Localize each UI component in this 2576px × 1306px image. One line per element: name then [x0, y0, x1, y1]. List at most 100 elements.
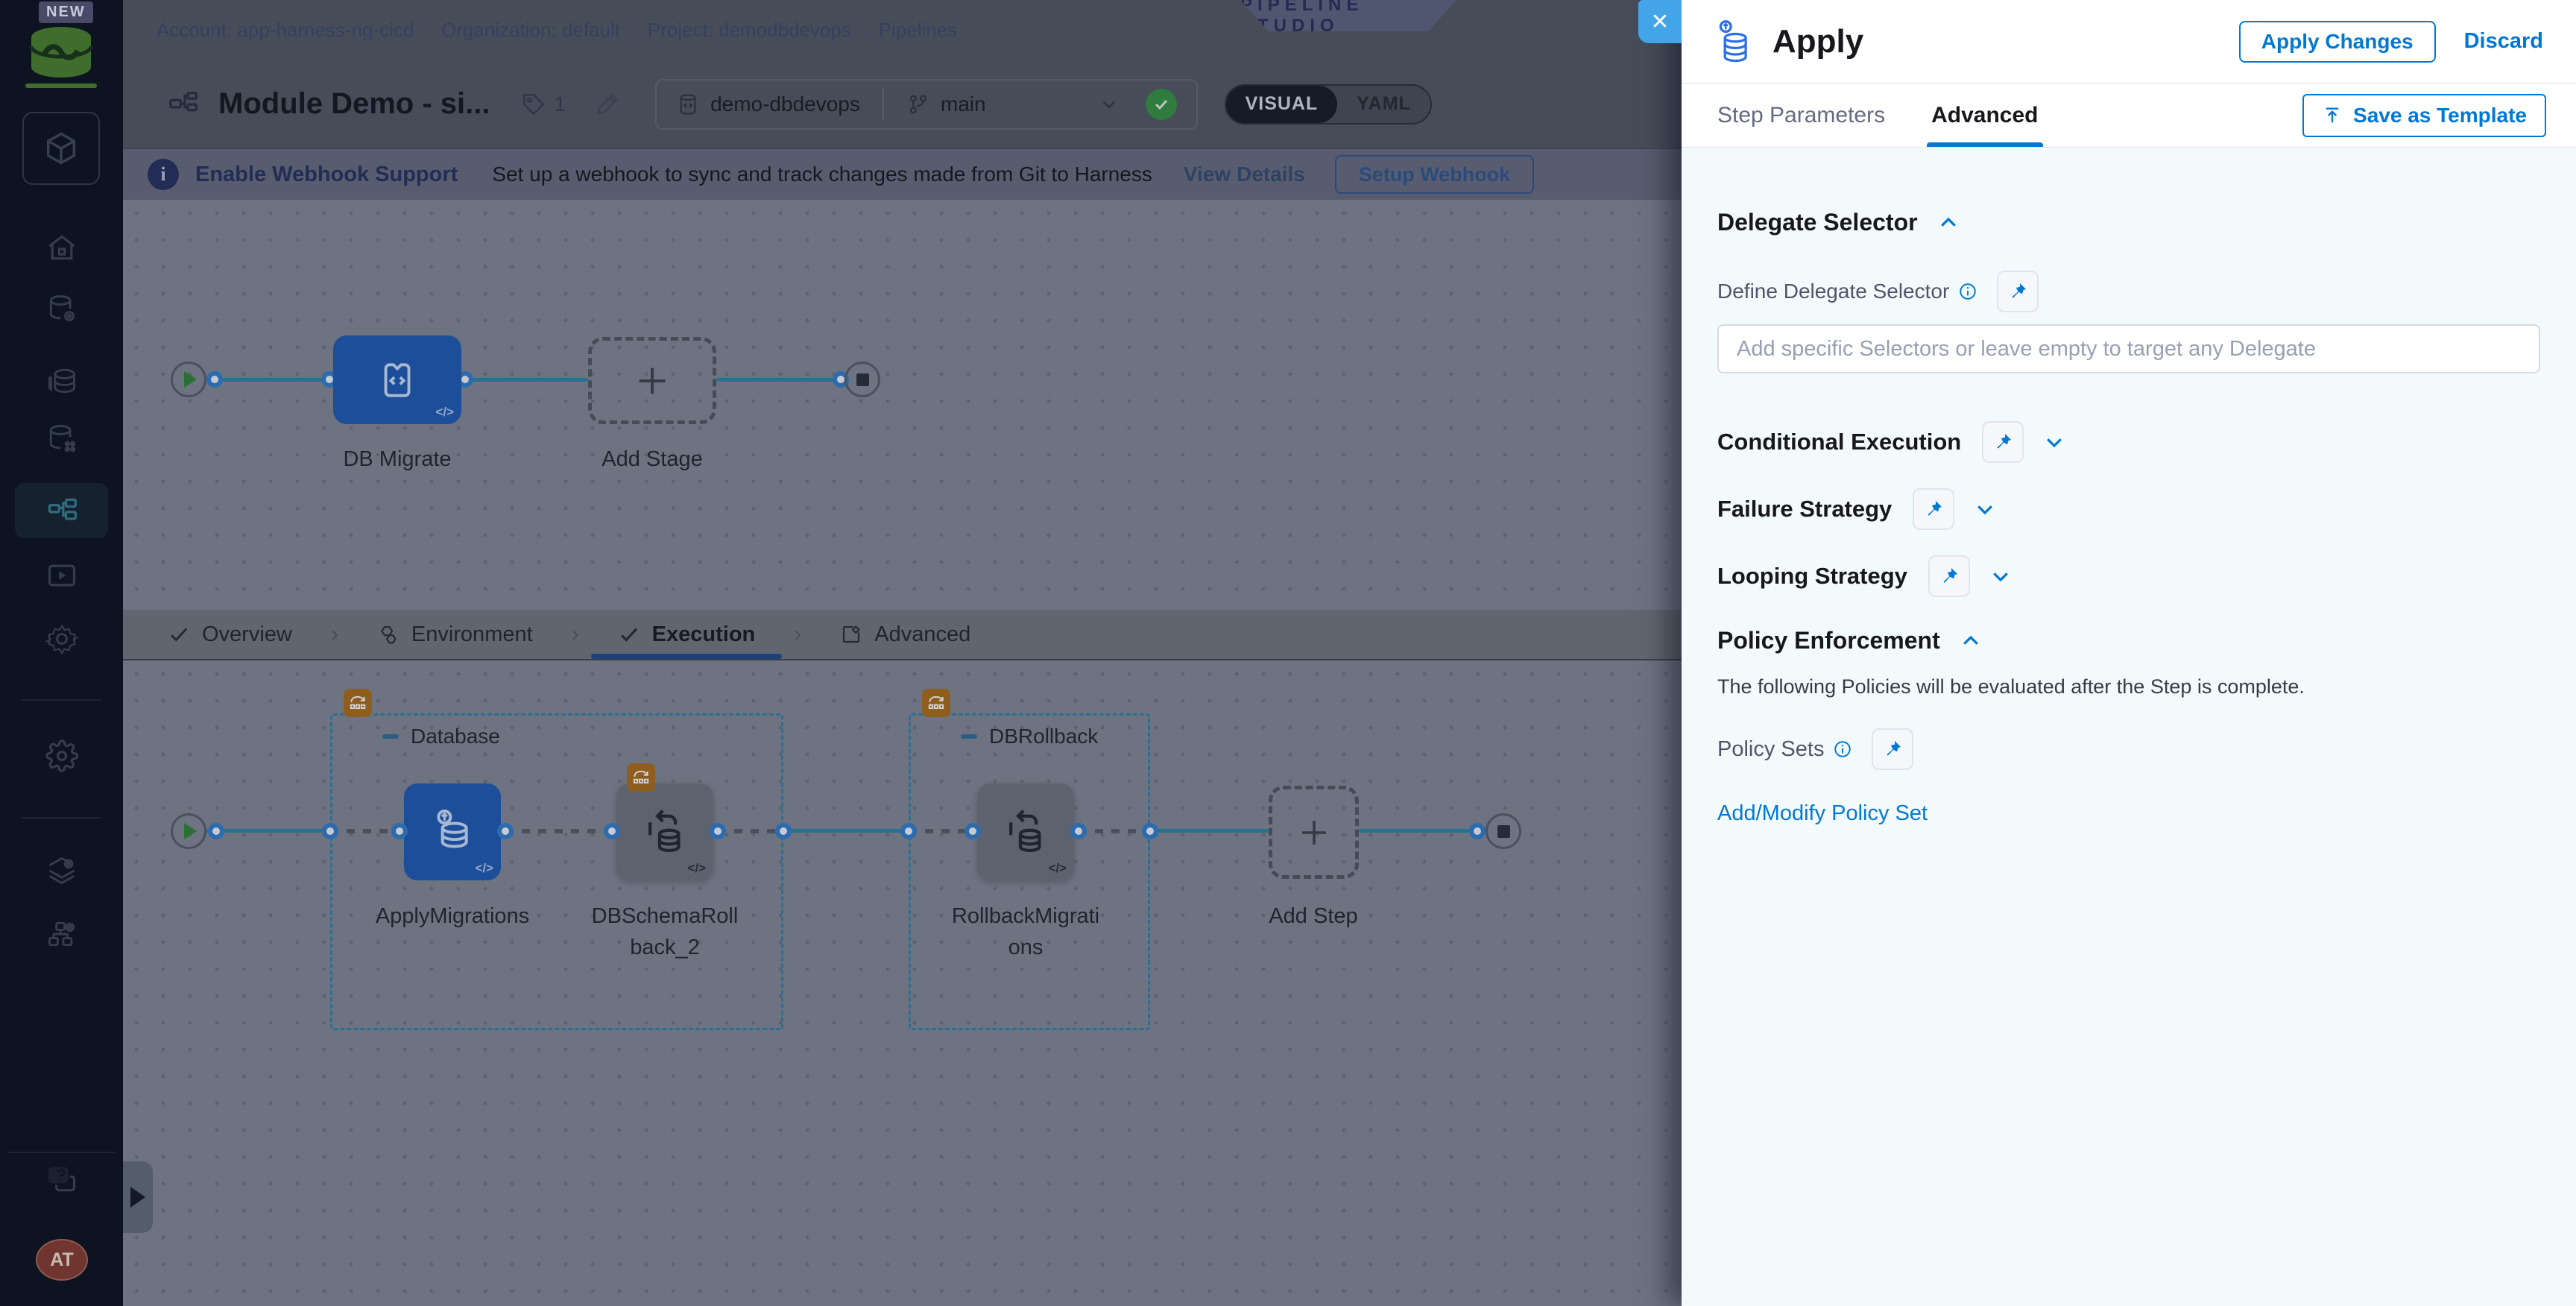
- step-group-header[interactable]: Database: [382, 725, 500, 748]
- repo-name[interactable]: demo-dbdevops: [710, 92, 860, 116]
- executions-icon[interactable]: [0, 559, 123, 592]
- pin-runtime-input-button[interactable]: [1928, 555, 1970, 597]
- help-chat-icon[interactable]: [0, 1163, 123, 1196]
- home-icon[interactable]: [0, 231, 123, 264]
- database-grid-icon[interactable]: [0, 422, 123, 455]
- discard-button[interactable]: Discard: [2464, 29, 2543, 54]
- database-gear-icon[interactable]: [0, 292, 123, 325]
- setup-webhook-button[interactable]: Setup Webhook: [1334, 155, 1535, 194]
- info-icon[interactable]: [1958, 282, 1977, 301]
- pipeline-title[interactable]: Module Demo - si...: [218, 87, 490, 121]
- tab-advanced-active[interactable]: Advanced: [1927, 83, 2043, 147]
- connector-line: [1359, 829, 1486, 833]
- layers-settings-icon[interactable]: [0, 854, 123, 887]
- add-stage-button[interactable]: [588, 337, 716, 424]
- sidebar-collapse-handle[interactable]: [123, 1161, 153, 1233]
- git-sync-check-icon: [1145, 88, 1177, 120]
- add-step-label[interactable]: Add Step: [1239, 900, 1388, 932]
- step-label[interactable]: DBSchemaRollback_2: [590, 900, 739, 963]
- step-badge-icon: [627, 763, 655, 792]
- breadcrumb-organization[interactable]: Organization: default: [441, 19, 620, 42]
- step-label[interactable]: RollbackMigrations: [951, 900, 1100, 963]
- step-label[interactable]: ApplyMigrations: [374, 900, 531, 932]
- code-badge: </>: [435, 405, 454, 419]
- add-stage-label[interactable]: Add Stage: [578, 444, 727, 475]
- stage-tabs: Overview › Environment › Execution › Adv…: [123, 610, 1682, 660]
- pin-runtime-input-button[interactable]: [1997, 271, 2039, 312]
- connector-line: [461, 378, 588, 382]
- step-group-badge-icon: [922, 689, 950, 717]
- tab-overview[interactable]: Overview: [168, 610, 292, 659]
- delegate-selector-section: Delegate Selector: [1717, 209, 2540, 236]
- add-modify-policy-set-link[interactable]: Add/Modify Policy Set: [1717, 801, 2540, 826]
- step-group-header[interactable]: DBRollback: [961, 725, 1098, 748]
- close-drawer-button[interactable]: ✕: [1638, 0, 1682, 43]
- hexagon-icon: [377, 623, 400, 646]
- policy-description: The following Policies will be evaluated…: [1717, 675, 2305, 698]
- stage-node-db-migrate[interactable]: </>: [333, 335, 461, 424]
- execution-end-node: [1486, 813, 1521, 849]
- tab-advanced[interactable]: Advanced: [840, 610, 970, 659]
- step-group-database[interactable]: [330, 713, 783, 1030]
- banner-description: Set up a webhook to sync and track chang…: [492, 163, 1152, 186]
- step-node-applymigrations-selected[interactable]: </>: [404, 783, 501, 880]
- breadcrumb-pipelines[interactable]: Pipelines: [879, 19, 958, 42]
- chevron-up-icon[interactable]: [1937, 212, 1960, 234]
- pipeline-end-node: [845, 362, 880, 397]
- visual-yaml-toggle[interactable]: VISUAL YAML: [1224, 83, 1432, 124]
- breadcrumb-project[interactable]: Project: demodbdevops: [648, 19, 851, 42]
- pin-runtime-input-button[interactable]: [1872, 728, 1914, 770]
- tab-step-parameters[interactable]: Step Parameters: [1717, 83, 1885, 147]
- edit-pencil-icon[interactable]: [594, 91, 621, 118]
- collapse-minus-icon[interactable]: [382, 734, 399, 739]
- chevron-down-icon[interactable]: [1989, 565, 2012, 587]
- git-repo-branch-selector[interactable]: demo-dbdevops main: [655, 78, 1198, 130]
- tab-execution-active[interactable]: Execution: [590, 610, 782, 659]
- add-step-button[interactable]: [1269, 786, 1359, 879]
- upload-icon: [2326, 107, 2339, 123]
- drawer-tabs: Step Parameters Advanced Save as Templat…: [1682, 83, 2576, 148]
- collapse-minus-icon[interactable]: [961, 734, 977, 739]
- chevron-down-icon[interactable]: [2043, 431, 2065, 453]
- info-icon[interactable]: [1833, 739, 1852, 759]
- field-label: Policy Sets: [1717, 736, 1825, 761]
- view-details-link[interactable]: View Details: [1184, 163, 1305, 186]
- chevron-down-icon[interactable]: [1974, 498, 1996, 520]
- connector-dot: [710, 823, 726, 839]
- module-selector-cube-icon[interactable]: [22, 112, 100, 185]
- settings-gear-icon[interactable]: [0, 622, 123, 655]
- webhook-banner: i Enable Webhook Support Set up a webhoo…: [123, 149, 1682, 200]
- harness-db-devops-logo-icon[interactable]: [25, 25, 97, 79]
- delegate-selector-input[interactable]: [1717, 324, 2540, 373]
- pin-runtime-input-button[interactable]: [1913, 488, 1955, 530]
- account-settings-gear-icon[interactable]: [0, 739, 123, 772]
- org-settings-icon[interactable]: [0, 918, 123, 950]
- tags-count[interactable]: 1: [521, 92, 566, 117]
- execution-canvas[interactable]: Database </> ApplyMigrations </> DBSchem…: [123, 660, 1682, 1306]
- breadcrumb-account[interactable]: Account: app-harness-ng-cicd: [157, 19, 414, 42]
- stage-canvas[interactable]: </> DB Migrate Add Stage: [123, 200, 1682, 610]
- conditional-execution-section: Conditional Execution: [1717, 421, 2540, 463]
- step-node-dbschemarollback[interactable]: </>: [616, 783, 713, 880]
- pipelines-icon-selected[interactable]: [15, 483, 108, 538]
- chevron-right-icon: ›: [330, 622, 338, 646]
- save-as-template-button[interactable]: Save as Template: [2302, 94, 2546, 137]
- toggle-yaml[interactable]: YAML: [1337, 86, 1430, 123]
- database-stack-icon[interactable]: [0, 365, 123, 397]
- chevron-up-icon[interactable]: [1960, 630, 1982, 652]
- check-icon: [618, 623, 640, 646]
- chevron-down-icon[interactable]: [1098, 93, 1120, 116]
- toggle-visual[interactable]: VISUAL: [1225, 85, 1338, 123]
- stage-label[interactable]: DB Migrate: [323, 444, 472, 475]
- branch-name[interactable]: main: [941, 92, 986, 116]
- connector-dot: [1070, 823, 1087, 839]
- plus-icon: [1301, 820, 1326, 845]
- policy-enforcement-section: Policy Enforcement: [1717, 627, 2540, 654]
- apply-changes-button[interactable]: Apply Changes: [2238, 20, 2436, 63]
- pipeline-studio-badge: PIPELINE STUDIO: [1240, 0, 1456, 31]
- avatar[interactable]: AT: [36, 1239, 88, 1281]
- tab-environment[interactable]: Environment: [377, 610, 533, 659]
- pin-runtime-input-button[interactable]: [1982, 421, 2024, 463]
- drawer-header: Apply Apply Changes Discard: [1682, 0, 2576, 83]
- step-node-rollbackmigrations[interactable]: </>: [977, 783, 1074, 880]
